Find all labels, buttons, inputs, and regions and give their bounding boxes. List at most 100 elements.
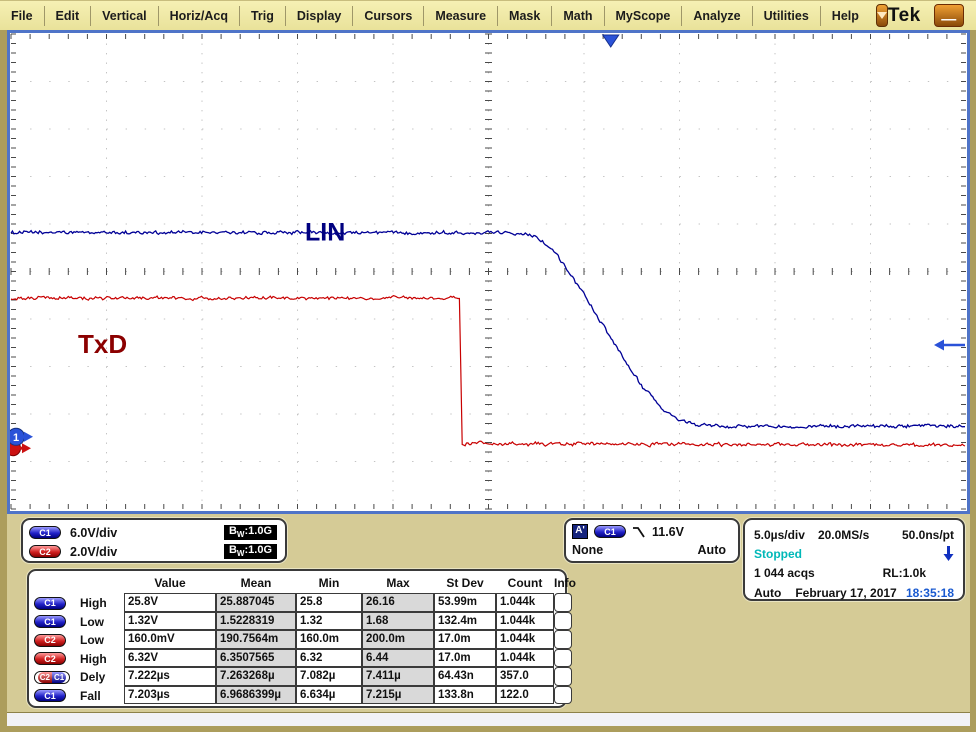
meas-cell: 122.0 — [496, 686, 554, 705]
minimize-button[interactable]: — — [934, 4, 964, 27]
meas-cell: 6.3507565 — [216, 649, 296, 668]
horizontal-readout-box[interactable]: 5.0µs/div 20.0MS/s 50.0ns/pt Stopped 1 0… — [743, 518, 965, 601]
meas-cell: 7.203µs — [124, 686, 216, 705]
meas-cell: 17.0m — [434, 649, 496, 668]
meas-cell: 6.9686399µ — [216, 686, 296, 705]
meas-cell: 64.43n — [434, 667, 496, 686]
menu-dropdown-button[interactable] — [876, 4, 888, 27]
lin-label: LIN — [305, 219, 345, 247]
badge-c1: C1 — [34, 597, 66, 610]
resolution: 50.0ns/pt — [902, 528, 954, 542]
date-display: February 17, 2017 — [795, 586, 896, 600]
meas-cell — [554, 649, 572, 668]
menu-item-help[interactable]: Help — [821, 1, 870, 31]
menu-items: FileEditVerticalHoriz/AcqTrigDisplayCurs… — [0, 1, 870, 31]
meas-cell: 7.215µ — [362, 686, 434, 705]
menu-item-trig[interactable]: Trig — [240, 1, 285, 31]
menu-item-vertical[interactable]: Vertical — [91, 1, 157, 31]
menu-item-horiz-acq[interactable]: Horiz/Acq — [159, 1, 239, 31]
trigger-mode-status: Auto — [754, 586, 781, 600]
meas-header-min: Min — [296, 573, 362, 594]
trigger-mode: Auto — [698, 543, 726, 557]
badge-c2c1: C2C1 — [34, 671, 70, 684]
tek-logo: Tek — [888, 5, 921, 27]
meas-header-spacer — [74, 573, 124, 594]
meas-cell: 1.044k — [496, 593, 554, 612]
meas-cell — [554, 612, 572, 631]
channel1-ground-marker[interactable]: 1 — [10, 428, 33, 445]
trigger-mode-row: None Auto — [572, 543, 730, 557]
trigger-level-readout: 11.6V — [652, 525, 684, 539]
channel-readout-box[interactable]: C1 6.0V/div BW:1.0G C2 2.0V/div BW:1.0G — [21, 518, 287, 563]
channel1-readout[interactable]: C1 6.0V/div BW:1.0G — [29, 523, 277, 542]
menu-item-math[interactable]: Math — [552, 1, 603, 31]
meas-row-label: Low — [74, 613, 124, 632]
chevron-down-icon — [877, 12, 887, 19]
channel2-scale: 2.0V/div — [70, 545, 166, 559]
meas-cell — [554, 630, 572, 649]
channel2-badge: C2 — [29, 545, 61, 558]
meas-cell: 1.5228319 — [216, 612, 296, 631]
meas-cell: 1.044k — [496, 612, 554, 631]
meas-cell: 25.887045 — [216, 593, 296, 612]
meas-row-label: Fall — [74, 687, 124, 706]
meas-cell: 6.634µ — [296, 686, 362, 705]
meas-cell: 25.8 — [296, 593, 362, 612]
scroll-down-icon[interactable] — [943, 545, 954, 562]
meas-header-info: Info — [554, 573, 572, 594]
waveform-display[interactable]: LIN TxD 1 — [7, 30, 970, 514]
window-controls: Tek — X — [888, 4, 976, 27]
measurement-table: ValueMeanMinMaxSt DevCountInfoC1High25.8… — [34, 573, 562, 705]
graticule-ticks — [11, 34, 966, 509]
menu-item-analyze[interactable]: Analyze — [682, 1, 751, 31]
meas-cell: 6.32V — [124, 649, 216, 668]
menu-item-display[interactable]: Display — [286, 1, 352, 31]
meas-cell: 6.32 — [296, 649, 362, 668]
meas-row-label: High — [74, 594, 124, 613]
channel2-readout[interactable]: C2 2.0V/div BW:1.0G — [29, 542, 277, 561]
trigger-level-marker[interactable] — [934, 339, 965, 350]
meas-row-badge: C2 — [34, 631, 74, 650]
trigger-position-marker[interactable] — [603, 35, 619, 47]
time-display: 18:35:18 — [906, 586, 954, 600]
acquisition-row: 1 044 acqs RL:1.0k — [754, 563, 954, 582]
menu-item-measure[interactable]: Measure — [424, 1, 497, 31]
acquisition-status: Stopped — [754, 547, 802, 561]
datetime-row: Auto February 17, 2017 18:35:18 — [754, 583, 954, 602]
timebase-row: 5.0µs/div 20.0MS/s 50.0ns/pt — [754, 525, 954, 544]
timebase: 5.0µs/div — [754, 528, 805, 542]
measurement-table-box[interactable]: ValueMeanMinMaxSt DevCountInfoC1High25.8… — [27, 569, 567, 708]
menu-item-file[interactable]: File — [0, 1, 44, 31]
menu-item-cursors[interactable]: Cursors — [353, 1, 423, 31]
trigger-readout-box[interactable]: A' C1 11.6V None Auto — [564, 518, 740, 563]
menu-item-utilities[interactable]: Utilities — [753, 1, 820, 31]
meas-cell: 1.044k — [496, 649, 554, 668]
txd-label: TxD — [78, 329, 127, 359]
status-row: Stopped — [754, 544, 954, 563]
badge-c1: C1 — [34, 615, 66, 628]
meas-row-badge: C1 — [34, 687, 74, 706]
meas-header-count: Count — [496, 573, 554, 594]
channel1-badge: C1 — [29, 526, 61, 539]
menu-item-myscope[interactable]: MyScope — [605, 1, 682, 31]
acquisition-count: 1 044 acqs — [754, 566, 815, 580]
meas-cell: 133.8n — [434, 686, 496, 705]
falling-edge-icon — [632, 525, 646, 539]
scope-graticule-svg: LIN TxD 1 — [10, 33, 967, 511]
meas-row-label: High — [74, 650, 124, 669]
meas-row-badge: C2C1 — [34, 668, 74, 687]
meas-cell: 160.0mV — [124, 630, 216, 649]
badge-c1: C1 — [34, 689, 66, 702]
meas-cell: 190.7564m — [216, 630, 296, 649]
meas-cell: 53.99m — [434, 593, 496, 612]
menu-item-mask[interactable]: Mask — [498, 1, 551, 31]
meas-header-spacer — [34, 573, 74, 594]
meas-cell: 25.8V — [124, 593, 216, 612]
meas-cell: 132.4m — [434, 612, 496, 631]
menu-item-edit[interactable]: Edit — [45, 1, 91, 31]
meas-cell: 7.411µ — [362, 667, 434, 686]
trigger-a-badge: A' — [572, 524, 588, 539]
meas-cell — [554, 667, 572, 686]
meas-header-mean: Mean — [216, 573, 296, 594]
meas-cell: 7.263268µ — [216, 667, 296, 686]
